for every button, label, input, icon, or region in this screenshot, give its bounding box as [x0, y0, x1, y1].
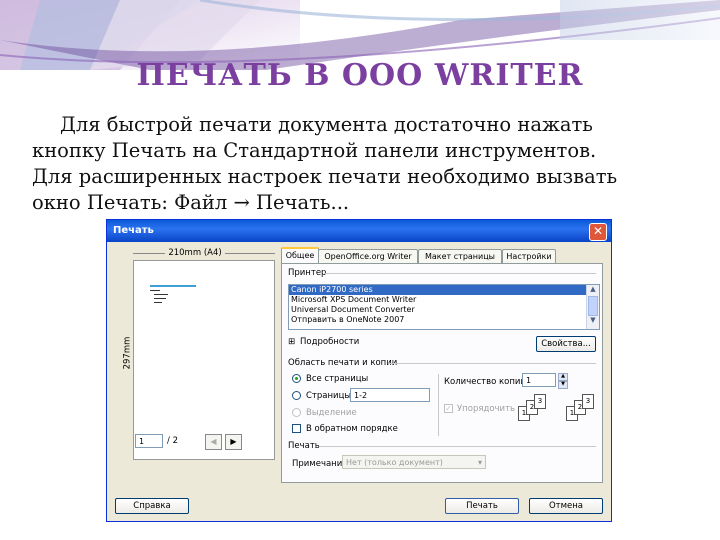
copies-label: Количество копий	[444, 377, 526, 387]
comments-select-value: Нет (только документ)	[346, 458, 443, 467]
printer-list[interactable]: Canon iP2700 series Microsoft XPS Docume…	[288, 284, 600, 330]
page-width-label: 210mm (A4)	[165, 248, 225, 258]
collate-checkbox[interactable]: ✓	[444, 404, 453, 413]
details-expander[interactable]: Подробности	[300, 337, 359, 347]
properties-button[interactable]: Свойства...	[536, 336, 596, 352]
comments-select[interactable]: Нет (только документ) ▾	[342, 455, 486, 469]
printer-list-scrollbar[interactable]: ▲ ▼	[586, 285, 599, 329]
preview-page	[133, 260, 275, 460]
preview-page-input[interactable]: 1	[135, 434, 163, 448]
page-height-label: 297mm	[122, 336, 133, 370]
printer-section-label: Принтер	[288, 268, 327, 278]
reverse-order-label: В обратном порядке	[306, 424, 398, 434]
next-page-button[interactable]: ▶	[225, 434, 242, 450]
print-button[interactable]: Печать	[445, 498, 519, 514]
slide-title: ПЕЧАТЬ В ООО WRITER	[136, 58, 584, 93]
help-button[interactable]: Справка	[115, 498, 189, 514]
collate-label: Упорядочить	[457, 404, 516, 414]
slide-text-line: Для расширенных настроек печати необходи…	[32, 165, 618, 188]
preview-page-navigator: 1 / 2 ◀ ▶	[117, 434, 277, 450]
all-pages-label: Все страницы	[306, 374, 369, 384]
close-button[interactable]: ✕	[589, 223, 607, 241]
pages-radio[interactable]	[292, 391, 301, 400]
comments-label: Примечания	[292, 459, 348, 469]
tab-settings[interactable]: Настройки	[502, 249, 556, 264]
print-range-section-label: Область печати и копии	[288, 358, 398, 368]
previous-page-button[interactable]: ◀	[205, 434, 222, 450]
print-section-label: Печать	[288, 441, 320, 451]
cancel-button[interactable]: Отмена	[529, 498, 603, 514]
tab-writer[interactable]: OpenOffice.org Writer	[318, 249, 418, 264]
copies-spinner[interactable]: ▲ ▼	[558, 373, 568, 389]
pages-label: Страницы	[306, 391, 352, 401]
printer-list-item[interactable]: Microsoft XPS Document Writer	[289, 295, 599, 305]
all-pages-radio[interactable]	[292, 374, 301, 383]
tab-page-layout[interactable]: Макет страницы	[418, 249, 502, 264]
dialog-titlebar[interactable]: Печать ✕	[107, 220, 611, 242]
chevron-down-icon: ▾	[477, 458, 482, 467]
slide-text-line: кнопку Печать на Стандартной панели инст…	[32, 139, 597, 162]
page-width-dimension: 210mm (A4)	[115, 248, 275, 258]
pages-range-input[interactable]: 1-2	[350, 388, 430, 402]
print-dialog: Печать ✕ 210mm (A4) 297mm 1 / 2 ◀ ▶ Обще…	[106, 219, 612, 522]
preview-page-total: / 2	[167, 436, 178, 446]
selection-radio[interactable]	[292, 408, 301, 417]
general-tab-panel: Принтер Canon iP2700 series Microsoft XP…	[281, 263, 603, 483]
slide-text-line: Для быстрой печати документа достаточно …	[60, 113, 593, 136]
copies-input[interactable]: 1	[522, 373, 556, 387]
reverse-order-checkbox[interactable]	[292, 424, 301, 433]
dialog-title: Печать	[113, 225, 154, 236]
printer-list-item[interactable]: Canon iP2700 series	[289, 285, 599, 295]
slide-body-text: Для быстрой печати документа достаточно …	[32, 112, 692, 216]
slide-text-line: окно Печать: Файл → Печать...	[32, 191, 350, 214]
expand-icon[interactable]: ⊞	[288, 337, 295, 347]
printer-list-item[interactable]: Universal Document Converter	[289, 305, 599, 315]
printer-list-item[interactable]: Отправить в OneNote 2007	[289, 315, 599, 325]
selection-label: Выделение	[306, 408, 357, 418]
